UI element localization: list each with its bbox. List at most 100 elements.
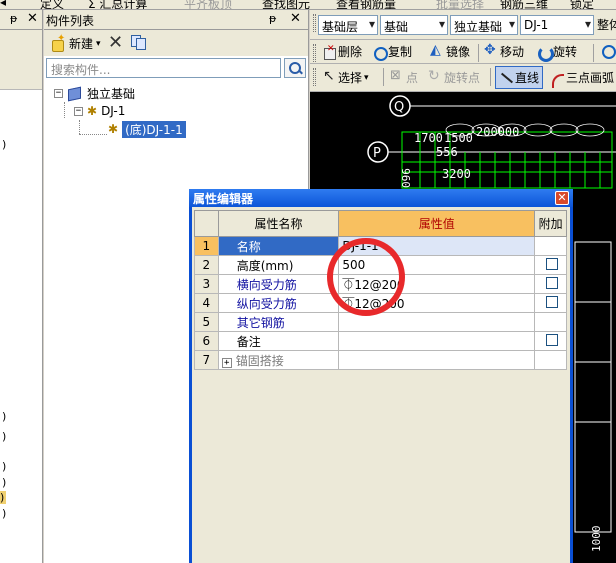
toolbar-grip — [313, 44, 316, 62]
toolbar-separator — [490, 68, 491, 86]
dimension-text: 3200 — [442, 167, 471, 181]
property-value-input[interactable] — [338, 350, 536, 370]
rotate-button[interactable]: 旋转 — [537, 43, 578, 62]
extra-cell — [534, 331, 567, 351]
rotate-label: 旋转 — [553, 45, 578, 59]
tree-mark: ) — [0, 491, 6, 504]
extra-cell — [534, 274, 567, 294]
arc-label: 三点画弧 — [566, 71, 615, 85]
tree-node-root[interactable]: − 独立基础 — [54, 84, 135, 102]
rotate-point-icon — [428, 68, 442, 85]
table-row[interactable]: 7 + 锚固搭接 — [194, 350, 567, 370]
property-name-expandable[interactable]: + 锚固搭接 — [217, 350, 340, 370]
mirror-icon — [430, 42, 444, 59]
gear-icon: ✱ — [87, 104, 98, 118]
copy-icon[interactable] — [131, 35, 146, 50]
dialog-title-bar: 属性编辑器 ✕ — [189, 189, 573, 207]
property-name: 其它钢筋 — [217, 312, 340, 332]
close-icon[interactable]: ✕ — [290, 11, 301, 26]
rebar-3d-button[interactable]: 钢筋三维 — [500, 0, 548, 9]
left-panel: ᵽ ✕ ) ) ) ) ) ) ) — [0, 10, 43, 563]
expand-icon[interactable]: + — [221, 357, 232, 368]
floor-select[interactable]: 基础层 — [318, 15, 378, 35]
tree-mark: ) — [2, 460, 7, 473]
cursor-icon — [322, 68, 336, 85]
table-row[interactable]: 5 其它钢筋 — [194, 312, 567, 332]
delete-icon[interactable]: ✕ — [108, 32, 123, 53]
new-component-button[interactable]: 新建 ▾ — [50, 33, 101, 52]
line-icon — [499, 71, 513, 85]
copy-icon — [600, 43, 616, 59]
extra-cell — [534, 350, 567, 370]
point-button[interactable]: 点 — [390, 68, 418, 86]
overall-button[interactable]: 整体 — [597, 16, 616, 33]
tree-node-dj1[interactable]: − ✱ DJ-1 — [74, 102, 125, 120]
close-icon[interactable]: ✕ — [555, 191, 569, 205]
view-rebar-button[interactable]: 查看钢筋量 — [336, 0, 396, 9]
flush-top-button[interactable]: 平齐板顶 — [184, 0, 232, 9]
component-select[interactable]: DJ-1 — [520, 15, 594, 35]
select-button[interactable]: 选择 ▾ — [322, 68, 369, 86]
summary-calc-button[interactable]: Σ 汇总计算 — [88, 0, 147, 9]
tree-connector — [79, 120, 80, 134]
extra-checkbox[interactable] — [546, 276, 559, 289]
point-icon — [390, 68, 404, 85]
property-value-input[interactable] — [338, 331, 536, 351]
extra-cell — [534, 312, 567, 332]
axis-label-p: P — [373, 146, 381, 161]
delete-button[interactable]: 删除 — [322, 43, 362, 60]
tree-node-dj1-1[interactable]: ✱ (底)DJ-1-1 — [108, 120, 186, 138]
pin-icon[interactable]: ᵽ — [10, 12, 17, 25]
tree-node-label: DJ-1 — [101, 104, 126, 118]
define-button[interactable]: 定义 — [40, 0, 64, 9]
row-number: 6 — [194, 331, 219, 351]
column-header-value: 属性值 — [338, 210, 536, 237]
category-select[interactable]: 基础 — [380, 15, 448, 35]
close-icon[interactable]: ✕ — [27, 11, 38, 26]
move-button[interactable]: 移动 — [484, 42, 524, 60]
extra-checkbox[interactable] — [546, 333, 559, 346]
lock-button[interactable]: 锁定 — [570, 0, 594, 9]
delete-icon — [322, 44, 336, 60]
property-name: 锚固搭接 — [235, 353, 284, 368]
copy-button[interactable]: 复制 — [372, 43, 413, 61]
pin-icon[interactable]: ᵽ — [269, 12, 276, 25]
dimension-text: 556 — [436, 145, 458, 159]
column-header-extra: 附加 — [534, 210, 567, 237]
find-element-button[interactable]: 查找图元 — [262, 0, 310, 9]
tree-mark: ) — [2, 410, 7, 423]
search-input[interactable]: 搜索构件... — [46, 58, 281, 78]
row-number: 5 — [194, 312, 219, 332]
dimension-text: 200000 — [476, 125, 519, 139]
floor-toolbar: 基础层 基础 独立基础 DJ-1 整体 — [310, 10, 616, 40]
move-icon — [484, 42, 498, 59]
copy-icon — [372, 45, 388, 61]
select-label: 选择 — [338, 71, 363, 85]
type-select[interactable]: 独立基础 — [450, 15, 518, 35]
left-panel-header: ᵽ ✕ — [0, 10, 42, 30]
property-name: 横向受力筋 — [217, 274, 340, 294]
more-button[interactable] — [600, 43, 616, 59]
dimension-text: 1500 — [444, 131, 473, 145]
line-button[interactable]: 直线 — [495, 66, 544, 89]
arc-button[interactable]: 三点画弧 — [550, 69, 615, 88]
property-name: 备注 — [217, 331, 340, 351]
collapse-icon[interactable]: − — [54, 88, 63, 98]
property-name: 纵向受力筋 — [217, 293, 340, 313]
search-icon[interactable] — [284, 58, 306, 78]
copy-label: 复制 — [388, 45, 413, 59]
arc-icon — [550, 71, 564, 88]
extra-checkbox[interactable] — [546, 295, 559, 308]
table-row[interactable]: 6 备注 — [194, 331, 567, 351]
toolbar-grip — [313, 68, 316, 86]
rotate-point-button[interactable]: 旋转点 — [428, 68, 480, 86]
toolbar-edge: ◂ — [0, 0, 7, 9]
toolbar-separator — [478, 44, 479, 62]
batch-select-button[interactable]: 批量选择 — [436, 0, 484, 9]
dimension-text: 1700 — [414, 131, 443, 145]
mirror-button[interactable]: 镜像 — [430, 42, 470, 60]
collapse-icon[interactable]: − — [74, 106, 83, 116]
right-fragment — [574, 241, 612, 533]
tree-mark: ) — [2, 476, 7, 489]
extra-checkbox[interactable] — [546, 257, 559, 270]
